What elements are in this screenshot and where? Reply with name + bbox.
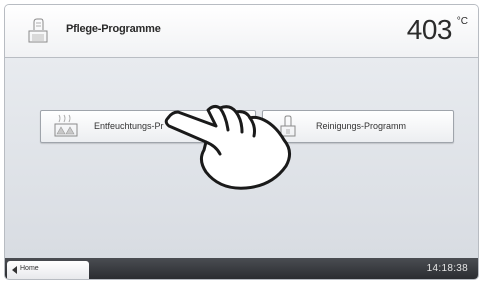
- cleaning-program-button[interactable]: Reinigungs-Programm: [262, 110, 454, 143]
- cleaning-icon: [280, 115, 296, 137]
- device-screen: Pflege-Programme 403 °C Entfeuchtungs-Pr…: [5, 5, 478, 279]
- dehumidify-program-button[interactable]: Entfeuchtungs-Pr: [40, 110, 256, 143]
- dehumidify-program-label: Entfeuchtungs-Pr: [94, 121, 164, 131]
- temperature-unit: °C: [456, 16, 468, 27]
- footer-bar: Home 14:18:38: [5, 258, 478, 279]
- back-arrow-icon: [12, 266, 17, 274]
- main-content: Entfeuchtungs-Pr Reinigungs-Programm: [5, 58, 478, 258]
- page-title: Pflege-Programme: [66, 23, 161, 35]
- home-label: Home: [20, 265, 39, 272]
- home-button[interactable]: Home: [7, 261, 89, 279]
- temperature-value: 403: [406, 14, 453, 45]
- clock: 14:18:38: [426, 263, 468, 274]
- furnace-icon: [28, 18, 48, 43]
- dehumidify-icon: [54, 114, 78, 137]
- header-bar: Pflege-Programme 403 °C: [5, 5, 478, 58]
- cleaning-program-label: Reinigungs-Programm: [316, 121, 407, 131]
